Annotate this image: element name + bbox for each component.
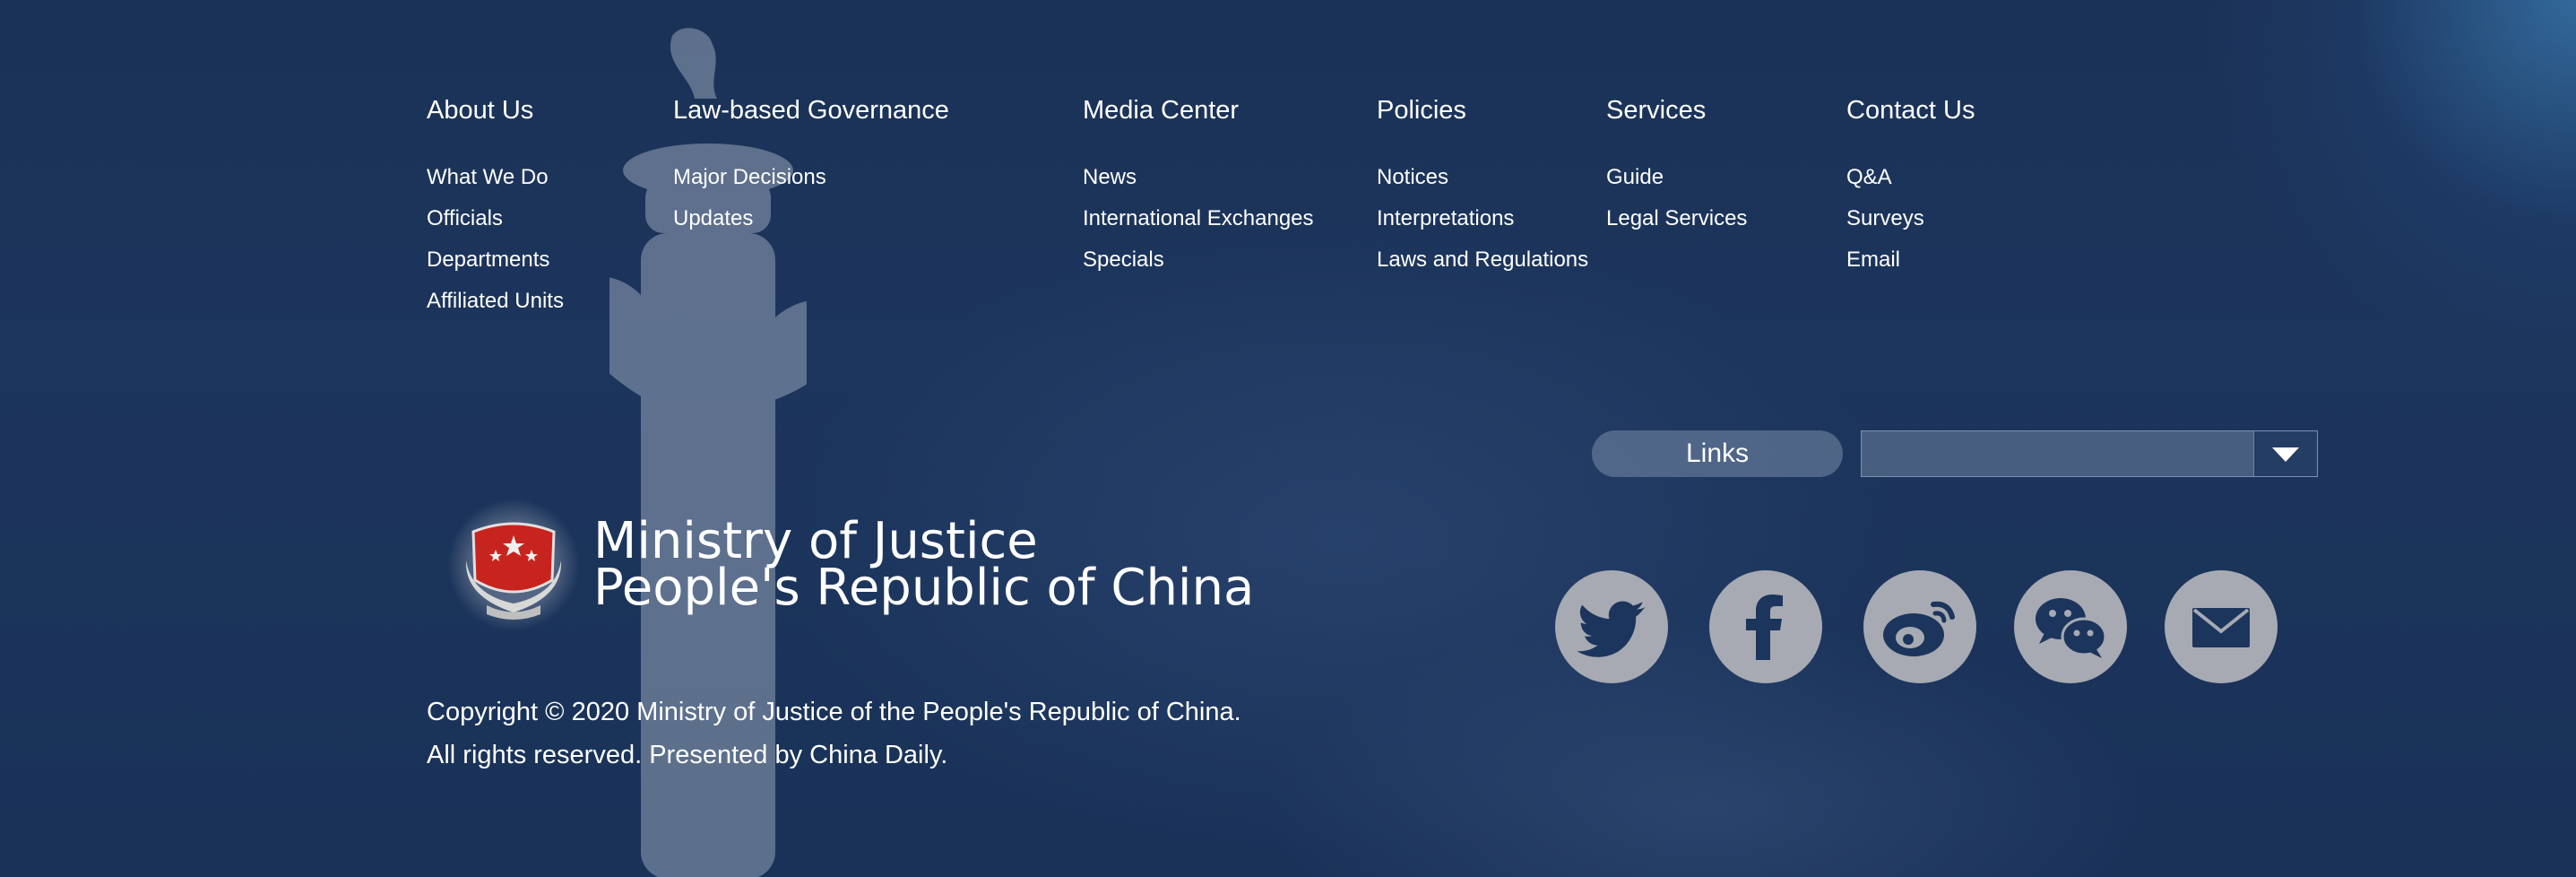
nav-list-about-us: What We Do Officials Departments Affilia… [427, 157, 564, 322]
nav-title-law-based-governance[interactable]: Law-based Governance [673, 92, 949, 128]
nav-link-major-decisions[interactable]: Major Decisions [673, 157, 949, 198]
nav-link-affiliated-units[interactable]: Affiliated Units [427, 281, 564, 322]
nav-column-about-us: About Us What We Do Officials Department… [427, 92, 564, 322]
nav-link-surveys[interactable]: Surveys [1846, 198, 1975, 239]
nav-link-notices[interactable]: Notices [1377, 157, 1588, 198]
weibo-icon [1883, 601, 1955, 656]
nav-column-media-center: Media Center News International Exchange… [1083, 92, 1314, 281]
nav-title-services[interactable]: Services [1606, 92, 1747, 128]
wechat-icon [2036, 598, 2107, 658]
nav-title-policies[interactable]: Policies [1377, 92, 1588, 128]
facebook-button[interactable] [1709, 570, 1822, 683]
nav-column-policies: Policies Notices Interpretations Laws an… [1377, 92, 1588, 281]
links-label: Links [1592, 430, 1843, 477]
wechat-button[interactable] [2014, 570, 2127, 683]
nav-link-updates[interactable]: Updates [673, 198, 949, 239]
twitter-button[interactable] [1555, 570, 1668, 683]
chevron-down-icon[interactable] [2253, 431, 2317, 476]
nav-link-qa[interactable]: Q&A [1846, 157, 1975, 198]
nav-list-policies: Notices Interpretations Laws and Regulat… [1377, 157, 1588, 281]
nav-link-guide[interactable]: Guide [1606, 157, 1747, 198]
copyright-line1: Copyright © 2020 Ministry of Justice of … [427, 698, 1241, 726]
nav-link-email[interactable]: Email [1846, 239, 1975, 281]
nav-link-international-exchanges[interactable]: International Exchanges [1083, 198, 1314, 239]
nav-list-media-center: News International Exchanges Specials [1083, 157, 1314, 281]
nav-link-laws-and-regulations[interactable]: Laws and Regulations [1377, 239, 1588, 281]
nav-list-services: Guide Legal Services [1606, 157, 1747, 239]
nav-link-news[interactable]: News [1083, 157, 1314, 198]
nav-title-contact-us[interactable]: Contact Us [1846, 92, 1975, 128]
nav-link-interpretations[interactable]: Interpretations [1377, 198, 1588, 239]
facebook-icon [1746, 595, 1783, 660]
nav-link-legal-services[interactable]: Legal Services [1606, 198, 1747, 239]
email-icon [2192, 608, 2250, 647]
ministry-name: Ministry of Justice People's Republic of… [593, 517, 1255, 617]
nav-link-what-we-do[interactable]: What We Do [427, 157, 564, 198]
links-dropdown[interactable] [1861, 430, 2318, 477]
nav-link-specials[interactable]: Specials [1083, 239, 1314, 281]
ministry-name-line2: People's Republic of China [593, 559, 1255, 617]
email-button[interactable] [2165, 570, 2278, 683]
copyright-notice: Copyright © 2020 Ministry of Justice of … [427, 690, 1241, 777]
weibo-button[interactable] [1863, 570, 1976, 683]
twitter-icon [1577, 601, 1646, 657]
nav-title-about-us[interactable]: About Us [427, 92, 564, 128]
site-footer: About Us What We Do Officials Department… [0, 0, 2576, 877]
nav-link-officials[interactable]: Officials [427, 198, 564, 239]
nav-list-law-based-governance: Major Decisions Updates [673, 157, 949, 239]
nav-link-departments[interactable]: Departments [427, 239, 564, 281]
nav-column-contact-us: Contact Us Q&A Surveys Email [1846, 92, 1975, 281]
nav-list-contact-us: Q&A Surveys Email [1846, 157, 1975, 281]
nav-column-services: Services Guide Legal Services [1606, 92, 1747, 239]
nav-column-law-based-governance: Law-based Governance Major Decisions Upd… [673, 92, 949, 239]
copyright-line2: All rights reserved. Presented by China … [427, 741, 948, 769]
nav-title-media-center[interactable]: Media Center [1083, 92, 1314, 128]
ministry-emblem-logo [447, 499, 580, 631]
